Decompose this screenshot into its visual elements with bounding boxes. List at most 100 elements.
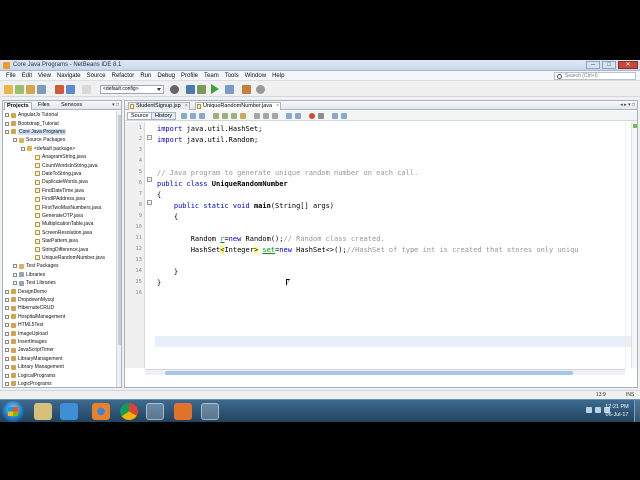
tree-item[interactable]: Bootstrap_Tutorial [3, 119, 59, 127]
tray-network-icon[interactable] [595, 407, 601, 413]
undo-icon[interactable] [55, 85, 64, 94]
menu-profile[interactable]: Profile [178, 73, 201, 79]
tree-item[interactable]: DesignDemo [3, 287, 47, 295]
menu-tools[interactable]: Tools [222, 73, 242, 79]
file-explorer-icon[interactable] [34, 403, 52, 420]
taskbar-clock[interactable]: 12:21 PM 06-Jul-17 [602, 403, 632, 419]
run-icon[interactable] [211, 84, 219, 94]
show-desktop-button[interactable] [634, 400, 640, 423]
search-input[interactable]: Search (Ctrl+I) [554, 72, 636, 80]
menu-team[interactable]: Team [201, 73, 222, 79]
tree-item[interactable]: FindIPAddress.java [3, 195, 85, 203]
tray-flag-icon[interactable] [586, 407, 592, 413]
tree-item[interactable]: LibraryManagement [3, 355, 62, 363]
minimize-button[interactable]: ─ [586, 61, 600, 69]
editor-horizontal-scrollbar[interactable] [145, 369, 625, 375]
hammer-icon[interactable] [197, 85, 206, 94]
toggle-highlight-icon[interactable] [240, 113, 246, 119]
menu-window[interactable]: Window [242, 73, 269, 79]
tree-scroll-thumb[interactable] [118, 115, 121, 345]
start-button[interactable] [2, 401, 24, 422]
profile-icon[interactable] [242, 85, 251, 94]
horizontal-scroll-thumb[interactable] [165, 371, 573, 375]
firefox-icon[interactable] [92, 403, 110, 420]
tree-item[interactable]: JavaScriptTimer [3, 346, 54, 354]
tree-item[interactable]: ScreenResolution.java [3, 229, 92, 237]
tree-item[interactable]: DuplicateWords.java [3, 178, 88, 186]
tab-projects[interactable]: Projects [4, 102, 32, 110]
menu-navigate[interactable]: Navigate [54, 73, 84, 79]
expand-toggle-icon[interactable] [21, 146, 25, 151]
toggle-bookmark-icon[interactable] [254, 113, 260, 119]
tab-studentsignup[interactable]: StudentSignup.jsp × [128, 102, 190, 110]
menu-view[interactable]: View [35, 73, 54, 79]
expand-toggle-icon[interactable] [13, 138, 17, 143]
find-selection-icon[interactable] [213, 113, 219, 119]
comment-icon[interactable] [332, 113, 338, 119]
tree-item[interactable]: MultiplicationTable.java [3, 220, 93, 228]
internet-explorer-icon[interactable] [60, 403, 78, 420]
expand-toggle-icon[interactable] [5, 381, 9, 386]
expand-toggle-icon[interactable] [5, 314, 9, 319]
fold-toggle-icon[interactable]: − [147, 135, 152, 140]
tree-item[interactable]: CountWordsInString.java [3, 161, 98, 169]
tree-item[interactable]: HibernateCRUD [3, 304, 54, 312]
tree-item[interactable]: StarPattern.java [3, 237, 78, 245]
back-icon[interactable] [190, 113, 196, 119]
new-file-icon[interactable] [15, 85, 24, 94]
start-macro-icon[interactable] [309, 113, 315, 119]
chrome-icon[interactable] [120, 403, 138, 420]
menu-help[interactable]: Help [269, 73, 287, 79]
expand-toggle-icon[interactable] [5, 365, 9, 370]
tab-history[interactable]: History [151, 112, 177, 120]
tree-scrollbar[interactable] [116, 111, 121, 387]
tree-item[interactable]: AngularJs Tutorial [3, 111, 58, 119]
menu-debug[interactable]: Debug [154, 73, 178, 79]
tab-navigation[interactable]: ◂ ▸ ▾ □ [620, 102, 635, 108]
tree-item[interactable]: InsertImages [3, 338, 47, 346]
expand-toggle-icon[interactable] [5, 348, 9, 353]
expand-toggle-icon[interactable] [5, 356, 9, 361]
menu-run[interactable]: Run [137, 73, 154, 79]
expand-toggle-icon[interactable] [5, 339, 9, 344]
tab-files[interactable]: Files [36, 102, 52, 110]
code-area[interactable]: import java.util.HashSet; import java.ut… [155, 122, 633, 368]
tree-item[interactable]: AnagramString.java [3, 153, 86, 161]
tree-item[interactable]: Library Management [3, 363, 64, 371]
tree-item[interactable]: GenerateOTP.java [3, 212, 83, 220]
next-bookmark-icon[interactable] [272, 113, 278, 119]
fold-toggle-icon[interactable]: − [147, 200, 152, 205]
tab-uniquerandomnumber[interactable]: UniqueRandomNumber.java × [195, 102, 282, 110]
tree-item[interactable]: Test Libraries [3, 279, 56, 287]
expand-toggle-icon[interactable] [5, 129, 9, 134]
tree-item[interactable]: HTML5Test [3, 321, 44, 329]
close-icon[interactable]: × [185, 103, 188, 110]
xampp-icon[interactable] [174, 403, 192, 420]
tree-item[interactable]: Test Packages [3, 262, 59, 270]
close-icon[interactable]: × [276, 103, 279, 110]
menu-file[interactable]: File [3, 73, 19, 79]
virtualbox-icon[interactable] [146, 403, 164, 420]
new-project-icon[interactable] [4, 85, 13, 94]
tab-services[interactable]: Services [59, 102, 84, 110]
build-icon[interactable] [170, 85, 179, 94]
tree-item[interactable]: LogicalPrograms [3, 371, 56, 379]
redo-icon[interactable] [66, 85, 75, 94]
config-select[interactable]: <default config> [100, 85, 164, 94]
shift-right-icon[interactable] [295, 113, 301, 119]
tree-item[interactable]: DateToString.java [3, 170, 81, 178]
menu-refactor[interactable]: Refactor [109, 73, 138, 79]
stop-macro-icon[interactable] [318, 113, 324, 119]
close-button[interactable]: ✕ [618, 61, 638, 69]
expand-toggle-icon[interactable] [5, 373, 9, 378]
find-previous-icon[interactable] [222, 113, 228, 119]
tab-source[interactable]: Source [127, 112, 153, 120]
debug-icon[interactable] [225, 85, 234, 94]
tree-item[interactable]: Source Packages [3, 136, 65, 144]
uncomment-icon[interactable] [341, 113, 347, 119]
expand-toggle-icon[interactable] [5, 289, 9, 294]
tree-item[interactable]: StringDifference.java [3, 245, 88, 253]
menu-source[interactable]: Source [84, 73, 109, 79]
expand-toggle-icon[interactable] [5, 306, 9, 311]
tree-item[interactable]: FirstTwoMaxNumbers.java [3, 203, 101, 211]
